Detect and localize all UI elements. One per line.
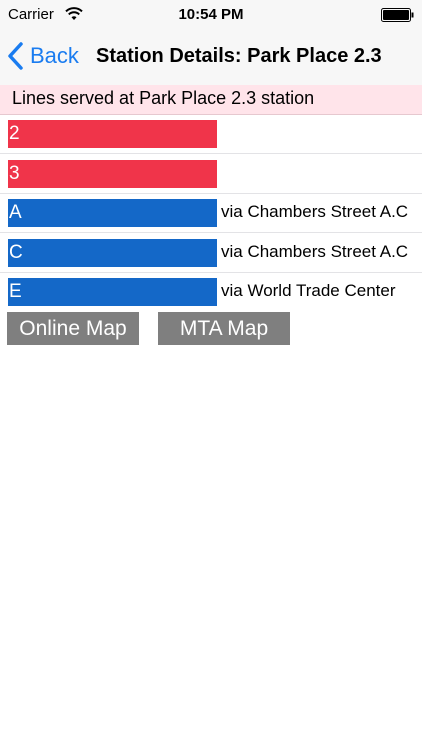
line-badge: C [8,239,217,267]
page-title: Station Details: Park Place 2.3 [96,45,382,67]
navigation-bar: Back Station Details: Park Place 2.3 [0,30,422,86]
line-row-3[interactable]: 3 [0,154,422,194]
status-time: 10:54 PM [178,6,244,23]
line-row-a[interactable]: A via Chambers Street A.C [0,193,422,233]
status-bar: Carrier 10:54 PM [0,0,422,30]
line-badge: 3 [8,160,217,188]
line-row-e[interactable]: E via World Trade Center [0,272,422,311]
chevron-left-icon [8,42,23,70]
battery-icon [381,8,414,22]
line-row-2[interactable]: 2 [0,114,422,154]
line-route: via Chambers Street A.C [221,242,409,261]
line-row-c[interactable]: C via Chambers Street A.C [0,233,422,273]
online-map-button[interactable]: Online Map [7,312,139,345]
line-route: via World Trade Center [221,281,396,300]
app-screen: Carrier 10:54 PM Back Station Details: P… [0,0,422,750]
section-header: Lines served at Park Place 2.3 station [0,85,422,115]
line-badge: E [8,278,217,306]
line-badge: A [8,199,217,227]
line-badge: 2 [8,120,217,148]
mta-map-button[interactable]: MTA Map [158,312,290,345]
line-route: via Chambers Street A.C [221,202,409,221]
section-header-label: Lines served at Park Place 2.3 station [12,88,315,108]
back-button[interactable]: Back [6,40,79,72]
back-label: Back [30,43,79,68]
